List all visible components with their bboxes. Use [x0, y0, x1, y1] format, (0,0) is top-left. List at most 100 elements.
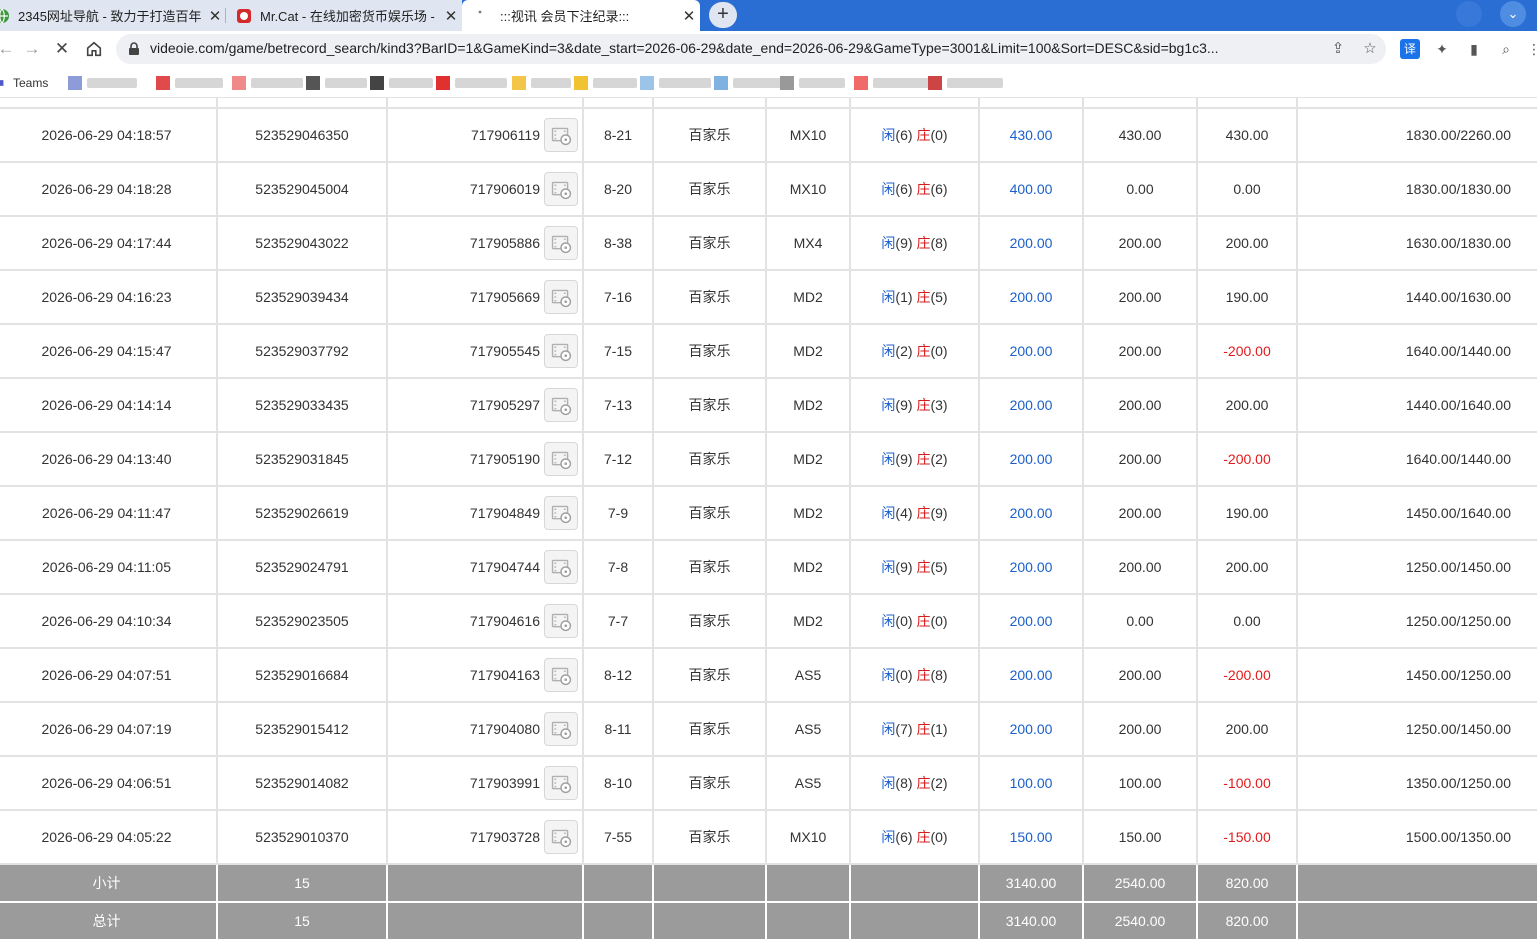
balance: 1630.00/1830.00	[1297, 216, 1537, 271]
bookmark-blurred[interactable]	[928, 74, 1003, 91]
bookmark-blurred[interactable]	[306, 74, 367, 91]
window-control-icon[interactable]	[1456, 1, 1482, 27]
bet-amount-link[interactable]: 200.00	[979, 486, 1084, 541]
bet-id: 523529043022	[217, 216, 388, 271]
tab-betrecord[interactable]: :::视讯 会员下注纪录::: ✕	[462, 0, 700, 31]
tab-2345[interactable]: 2345网址导航 - 致力于打造百年 ✕	[0, 0, 226, 31]
valid-bet: 200.00	[1083, 378, 1198, 433]
round-cell: 717905545	[387, 324, 584, 379]
round-cell: 717905190	[387, 432, 584, 487]
bookmark-blurred[interactable]	[68, 74, 137, 91]
video-replay-icon[interactable]	[544, 658, 578, 692]
address-bar[interactable]: videoie.com/game/betrecord_search/kind3?…	[116, 34, 1386, 64]
result-cell: 闲(2) 庄(0)	[850, 324, 980, 379]
player-label: 闲	[881, 559, 896, 575]
bet-amount-link[interactable]: 400.00	[979, 162, 1084, 217]
bet-amount-link[interactable]: 200.00	[979, 270, 1084, 325]
bet-amount-link[interactable]: 100.00	[979, 756, 1084, 811]
back-arrow-icon[interactable]: ←	[0, 37, 18, 61]
player-points: (6)	[895, 829, 913, 845]
share-icon[interactable]: ⇪	[1328, 39, 1348, 59]
bookmark-blurred[interactable]	[512, 74, 571, 91]
bet-amount-link[interactable]: 200.00	[979, 702, 1084, 757]
extensions-puzzle-icon[interactable]: ✦	[1432, 39, 1452, 59]
video-replay-icon[interactable]	[544, 496, 578, 530]
bet-amount-link[interactable]: 200.00	[979, 216, 1084, 271]
translate-icon[interactable]: 译	[1400, 39, 1420, 59]
banker-points: (3)	[930, 397, 948, 413]
bookmark-blurred[interactable]	[156, 74, 223, 91]
bet-amount-link[interactable]: 200.00	[979, 432, 1084, 487]
bet-amount-link[interactable]: 200.00	[979, 648, 1084, 703]
video-replay-icon[interactable]	[544, 118, 578, 152]
total-bet: 3140.00	[979, 902, 1084, 939]
bookmark-favicon-icon	[780, 75, 794, 90]
video-replay-icon[interactable]	[544, 712, 578, 746]
bookmark-blurred[interactable]	[640, 74, 711, 91]
result-cell: 闲(9) 庄(3)	[850, 378, 980, 433]
search-icon[interactable]: ⌕	[1496, 39, 1516, 59]
tab-mrcat[interactable]: Mr.Cat - 在线加密货币娱乐场 - ✕	[226, 0, 462, 31]
bookmark-blurred[interactable]	[714, 74, 781, 91]
banker-points: (0)	[930, 127, 948, 143]
bet-amount-link[interactable]: 200.00	[979, 324, 1084, 379]
bookmark-blurred[interactable]	[232, 74, 303, 91]
forward-arrow-icon[interactable]: →	[20, 37, 44, 61]
bookmark-blurred[interactable]	[436, 74, 507, 91]
tab-close-icon[interactable]: ✕	[440, 7, 462, 25]
bookmark-blurred[interactable]	[854, 74, 929, 91]
table-code: MD2	[766, 486, 851, 541]
banker-points: (9)	[930, 505, 948, 521]
win-amount: 190.00	[1197, 270, 1298, 325]
blurred-label	[87, 77, 137, 88]
player-points: (4)	[895, 505, 913, 521]
bet-time: 2026-06-29 04:11:05	[0, 540, 218, 595]
video-replay-icon[interactable]	[544, 226, 578, 260]
tab-search-chevron-icon[interactable]: ⌄	[1500, 1, 1526, 27]
shoe-round: 8-11	[583, 702, 654, 757]
tab-close-icon[interactable]: ✕	[204, 7, 226, 25]
bookmark-teams[interactable]: Teams	[0, 74, 48, 91]
video-replay-icon[interactable]	[544, 442, 578, 476]
side-panel-icon[interactable]: ▮	[1464, 39, 1484, 59]
video-replay-icon[interactable]	[544, 334, 578, 368]
overflow-menu-icon[interactable]: ⋮	[1524, 39, 1537, 59]
bet-id: 523529039434	[217, 270, 388, 325]
bet-time: 2026-06-29 04:07:19	[0, 702, 218, 757]
bet-amount-link[interactable]: 150.00	[979, 810, 1084, 865]
teams-icon	[0, 79, 4, 86]
bookmark-blurred[interactable]	[370, 74, 433, 91]
balance: 1440.00/1640.00	[1297, 378, 1537, 433]
video-replay-icon[interactable]	[544, 766, 578, 800]
new-tab-button[interactable]: +	[709, 2, 737, 28]
video-replay-icon[interactable]	[544, 820, 578, 854]
bookmark-blurred[interactable]	[574, 74, 637, 91]
video-replay-icon[interactable]	[544, 550, 578, 584]
video-replay-icon[interactable]	[544, 388, 578, 422]
bookmark-star-icon[interactable]: ☆	[1360, 39, 1380, 59]
tab-close-icon[interactable]: ✕	[678, 7, 700, 25]
round-cell: 717905297	[387, 378, 584, 433]
home-icon[interactable]	[82, 37, 106, 61]
win-amount: -100.00	[1197, 756, 1298, 811]
table-row: 2026-06-29 04:06:51 523529014082 7179039…	[0, 756, 1537, 811]
video-replay-icon[interactable]	[544, 172, 578, 206]
player-points: (9)	[895, 451, 913, 467]
shoe-round: 7-8	[583, 540, 654, 595]
bookmark-favicon-icon	[68, 75, 82, 90]
stop-loading-icon[interactable]: ✕	[50, 37, 74, 61]
bet-id: 523529024791	[217, 540, 388, 595]
bet-amount-link[interactable]: 430.00	[979, 108, 1084, 163]
shoe-round: 7-9	[583, 486, 654, 541]
video-replay-icon[interactable]	[544, 604, 578, 638]
bet-amount-link[interactable]: 200.00	[979, 378, 1084, 433]
total-count: 15	[217, 902, 388, 939]
bet-amount-link[interactable]: 200.00	[979, 594, 1084, 649]
result-cell: 闲(4) 庄(9)	[850, 486, 980, 541]
table-row: 2026-06-29 04:16:23 523529039434 7179056…	[0, 270, 1537, 325]
bet-amount-link[interactable]: 200.00	[979, 540, 1084, 595]
video-replay-icon[interactable]	[544, 280, 578, 314]
result-cell: 闲(6) 庄(0)	[850, 810, 980, 865]
round-id: 717905886	[469, 235, 540, 251]
bookmark-blurred[interactable]	[780, 74, 845, 91]
